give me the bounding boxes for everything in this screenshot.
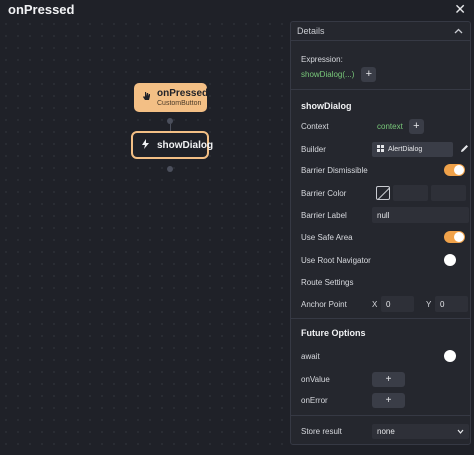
title-bar: onPressed ✕ <box>0 0 474 18</box>
context-label: Context <box>301 122 329 131</box>
trigger-node-title: onPressed <box>157 87 209 99</box>
barrier-label-input[interactable]: null <box>372 207 469 223</box>
use-safe-area-label: Use Safe Area <box>301 232 353 242</box>
context-value[interactable]: context <box>377 122 403 131</box>
anchor-point-label: Anchor Point <box>301 299 347 309</box>
await-toggle[interactable] <box>444 350 456 362</box>
anchor-y-input[interactable]: 0 <box>435 296 468 312</box>
barrier-label-label: Barrier Label <box>301 210 347 220</box>
use-root-navigator-toggle[interactable] <box>444 254 456 266</box>
action-section-title: showDialog <box>301 101 352 111</box>
await-label: await <box>301 351 320 361</box>
barrier-color-label: Barrier Color <box>301 188 347 198</box>
expression-value[interactable]: showDialog(...) <box>301 70 354 79</box>
details-title: Details <box>297 26 325 36</box>
store-result-select[interactable]: none <box>372 424 469 439</box>
connector-line <box>170 124 171 131</box>
barrier-color-opacity-input[interactable] <box>431 185 466 201</box>
add-expression-button[interactable]: + <box>361 67 377 82</box>
add-on-error-button[interactable]: + <box>372 393 405 408</box>
use-root-navigator-label: Use Root Navigator <box>301 255 371 265</box>
connector-dot[interactable] <box>167 166 173 172</box>
divider <box>291 415 470 416</box>
action-node-showdialog[interactable]: showDialog <box>131 131 213 159</box>
trigger-node-subtitle: CustomButton <box>157 99 202 107</box>
route-settings-label[interactable]: Route Settings <box>301 278 353 287</box>
on-error-label: onError <box>301 396 328 405</box>
add-on-value-button[interactable]: + <box>372 372 405 387</box>
store-result-label: Store result <box>301 427 342 436</box>
close-icon[interactable]: ✕ <box>454 2 466 16</box>
anchor-x-label: X <box>372 299 378 309</box>
details-header[interactable]: Details <box>291 22 470 41</box>
use-safe-area-toggle[interactable] <box>444 231 465 243</box>
edit-pencil-icon[interactable] <box>460 140 469 158</box>
divider <box>291 318 470 319</box>
on-value-label: onValue <box>301 375 330 384</box>
chevron-down-icon <box>457 427 464 436</box>
chevron-up-icon[interactable] <box>454 26 463 36</box>
barrier-color-input[interactable] <box>393 185 428 201</box>
divider <box>291 89 470 90</box>
add-context-button[interactable]: + <box>408 119 424 134</box>
lightning-icon <box>142 138 149 152</box>
details-panel: Details Expression: showDialog(...) + sh… <box>290 21 471 445</box>
builder-label: Builder <box>301 144 326 154</box>
anchor-y-label: Y <box>426 299 432 309</box>
barrier-dismissible-toggle[interactable] <box>444 164 465 176</box>
action-node-label: showDialog <box>157 139 214 151</box>
expression-label: Expression: <box>301 55 343 64</box>
barrier-dismissible-label: Barrier Dismissible <box>301 165 368 175</box>
builder-value: AlertDialog <box>388 145 423 153</box>
builder-widget-chip[interactable]: AlertDialog <box>372 141 453 157</box>
color-swatch-none[interactable] <box>376 186 390 200</box>
hand-icon <box>142 91 151 104</box>
store-result-value: none <box>377 427 395 436</box>
anchor-x-input[interactable]: 0 <box>381 296 414 312</box>
widget-icon <box>377 144 384 154</box>
window-title: onPressed <box>8 1 75 17</box>
future-options-title: Future Options <box>301 328 366 338</box>
trigger-node-onpressed[interactable]: onPressed CustomButton <box>134 83 209 112</box>
